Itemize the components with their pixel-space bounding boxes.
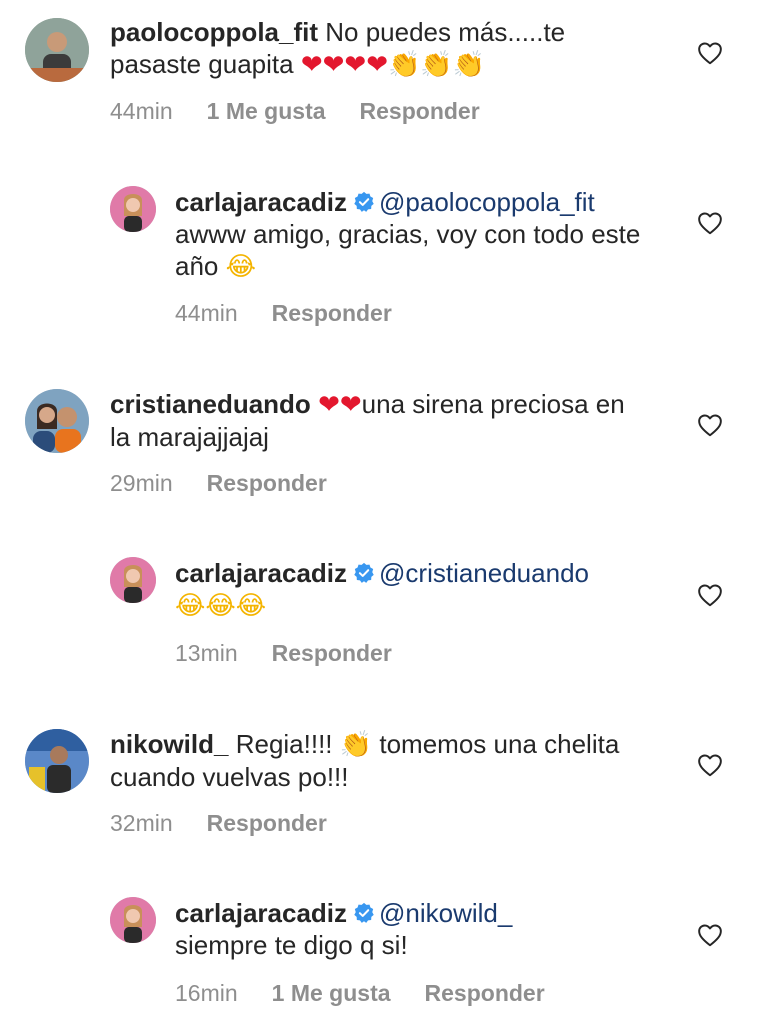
laughing-emoji: 😂: [175, 591, 206, 621]
username[interactable]: carlajaracadiz: [175, 898, 347, 928]
likes-count[interactable]: 1 Me gusta: [272, 980, 391, 1007]
heart-outline-icon: [698, 924, 722, 947]
verified-badge-icon: [354, 562, 374, 583]
clap-emoji: 👏: [339, 730, 373, 760]
timestamp: 32min: [110, 810, 173, 836]
mention-link[interactable]: @paolocoppola_fit: [379, 187, 595, 217]
comment-text: carlajaracadiz @paolocoppola_fit awww ami…: [175, 186, 655, 283]
like-button[interactable]: [697, 923, 723, 949]
comment-text: cristianeduando ❤❤una sirena preciosa en…: [110, 388, 640, 453]
laughing-emoji: 😂: [205, 591, 236, 621]
like-button[interactable]: [697, 413, 723, 439]
heart-emoji: ❤: [366, 50, 389, 80]
clap-emoji: 👏: [452, 50, 486, 80]
like-button[interactable]: [697, 41, 723, 67]
comments-list: paolocoppola_fit No puedes más.....te pa…: [0, 0, 767, 1024]
comment-meta: 16min 1 Me gusta Responder: [175, 980, 545, 1007]
heart-outline-icon: [698, 584, 722, 607]
clap-emoji: 👏: [420, 50, 453, 80]
username[interactable]: carlajaracadiz: [175, 187, 347, 217]
reply-button[interactable]: Responder: [207, 810, 327, 837]
comment-body: Regia!!!!: [235, 729, 333, 759]
reply-button[interactable]: Responder: [272, 640, 392, 667]
comment-text: carlajaracadiz @cristianeduando 😂😂😂: [175, 557, 655, 622]
mention-link[interactable]: @nikowild_: [379, 898, 512, 928]
avatar[interactable]: [25, 389, 89, 453]
heart-emoji: ❤: [318, 390, 340, 420]
timestamp: 13min: [175, 640, 238, 666]
timestamp: 44min: [110, 98, 173, 124]
username[interactable]: nikowild_: [110, 729, 228, 759]
reply-button[interactable]: Responder: [272, 300, 392, 327]
heart-emoji: ❤: [344, 50, 367, 80]
comment-meta: 13min Responder: [175, 640, 392, 667]
clap-emoji: 👏: [388, 50, 421, 80]
avatar[interactable]: [110, 186, 156, 232]
timestamp: 44min: [175, 300, 238, 326]
username[interactable]: paolocoppola_fit: [110, 17, 318, 47]
laughing-emoji: 😂: [235, 591, 267, 621]
reply-button[interactable]: Responder: [360, 98, 480, 125]
heart-emoji: ❤: [322, 50, 345, 80]
heart-outline-icon: [698, 212, 722, 235]
avatar[interactable]: [110, 557, 156, 603]
heart-outline-icon: [698, 754, 722, 777]
comment-text: paolocoppola_fit No puedes más.....te pa…: [110, 16, 640, 81]
like-button[interactable]: [697, 753, 723, 779]
verified-badge-icon: [354, 902, 374, 923]
heart-outline-icon: [698, 414, 722, 437]
comment-meta: 44min 1 Me gusta Responder: [110, 98, 480, 125]
comment-text: nikowild_ Regia!!!! 👏 tomemos una chelit…: [110, 728, 640, 793]
avatar[interactable]: [25, 18, 89, 82]
laughing-emoji: 😂: [225, 252, 257, 282]
heart-emoji: ❤: [339, 390, 362, 420]
like-button[interactable]: [697, 583, 723, 609]
timestamp: 29min: [110, 470, 173, 496]
heart-outline-icon: [698, 42, 722, 65]
reply-button[interactable]: Responder: [425, 980, 545, 1007]
comment-meta: 44min Responder: [175, 300, 392, 327]
like-button[interactable]: [697, 211, 723, 237]
username[interactable]: cristianeduando: [110, 389, 311, 419]
mention-link[interactable]: @cristianeduando: [379, 558, 589, 588]
heart-emoji: ❤: [300, 50, 323, 80]
comment-meta: 32min Responder: [110, 810, 327, 837]
username[interactable]: carlajaracadiz: [175, 558, 347, 588]
verified-badge-icon: [354, 191, 374, 212]
timestamp: 16min: [175, 980, 238, 1006]
avatar[interactable]: [110, 897, 156, 943]
comment-body: siempre te digo q si!: [175, 930, 408, 960]
avatar[interactable]: [25, 729, 89, 793]
likes-count[interactable]: 1 Me gusta: [207, 98, 326, 125]
comment-text: carlajaracadiz @nikowild_ siempre te digo…: [175, 897, 655, 961]
comment-meta: 29min Responder: [110, 470, 327, 497]
reply-button[interactable]: Responder: [207, 470, 327, 497]
